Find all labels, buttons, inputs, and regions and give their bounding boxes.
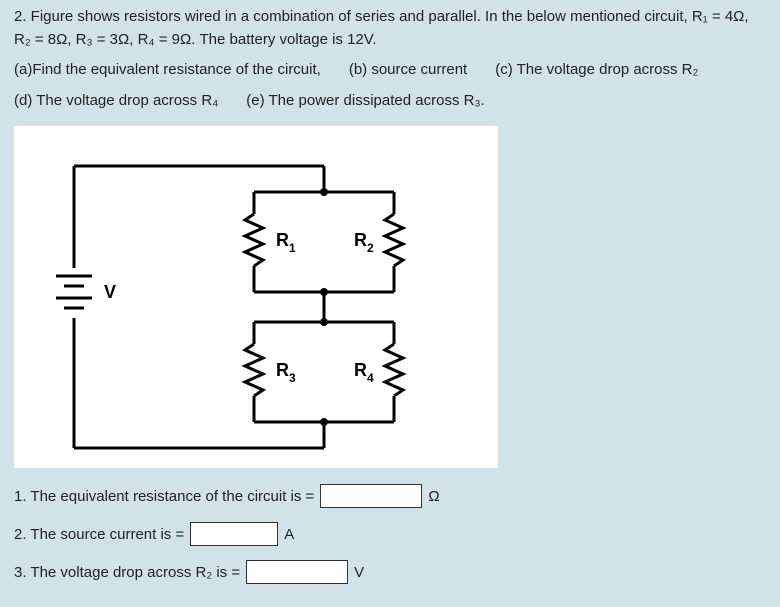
problem-parts: (a)Find the equivalent resistance of the… — [14, 59, 766, 112]
r2-label: R2 — [354, 230, 374, 255]
answer-2-input[interactable] — [190, 522, 278, 546]
answer-1-label: 1. The equivalent resistance of the circ… — [14, 488, 314, 505]
part-c: (c) The voltage drop across R₂ — [495, 59, 698, 82]
part-a: (a)Find the equivalent resistance of the… — [14, 59, 321, 82]
circuit-figure: V R1 R2 R3 R4 — [14, 126, 498, 468]
answer-3-unit: V — [354, 564, 364, 581]
part-e: (e) The power dissipated across R₃. — [246, 90, 484, 113]
answer-1-unit: Ω — [428, 488, 439, 505]
answer-line-1: 1. The equivalent resistance of the circ… — [14, 484, 766, 508]
intro-line-2: R₂ = 8Ω, R₃ = 3Ω, R₄ = 9Ω. The battery v… — [14, 29, 766, 52]
r3-label: R3 — [276, 360, 296, 385]
answers-section: 1. The equivalent resistance of the circ… — [14, 484, 766, 584]
circuit-svg: V R1 R2 R3 R4 — [14, 126, 498, 468]
answer-1-input[interactable] — [320, 484, 422, 508]
battery-label: V — [104, 282, 116, 302]
r4-label: R4 — [354, 360, 374, 385]
intro-line-1: 2. Figure shows resistors wired in a com… — [14, 6, 766, 29]
answer-3-input[interactable] — [246, 560, 348, 584]
answer-3-label: 3. The voltage drop across R₂ is = — [14, 564, 240, 581]
answer-2-unit: A — [284, 526, 294, 543]
r1-label: R1 — [276, 230, 296, 255]
answer-line-3: 3. The voltage drop across R₂ is = V — [14, 560, 766, 584]
problem-statement: 2. Figure shows resistors wired in a com… — [14, 6, 766, 51]
answer-line-2: 2. The source current is = A — [14, 522, 766, 546]
part-b: (b) source current — [349, 59, 467, 82]
part-d: (d) The voltage drop across R₄ — [14, 90, 218, 113]
answer-2-label: 2. The source current is = — [14, 526, 184, 543]
